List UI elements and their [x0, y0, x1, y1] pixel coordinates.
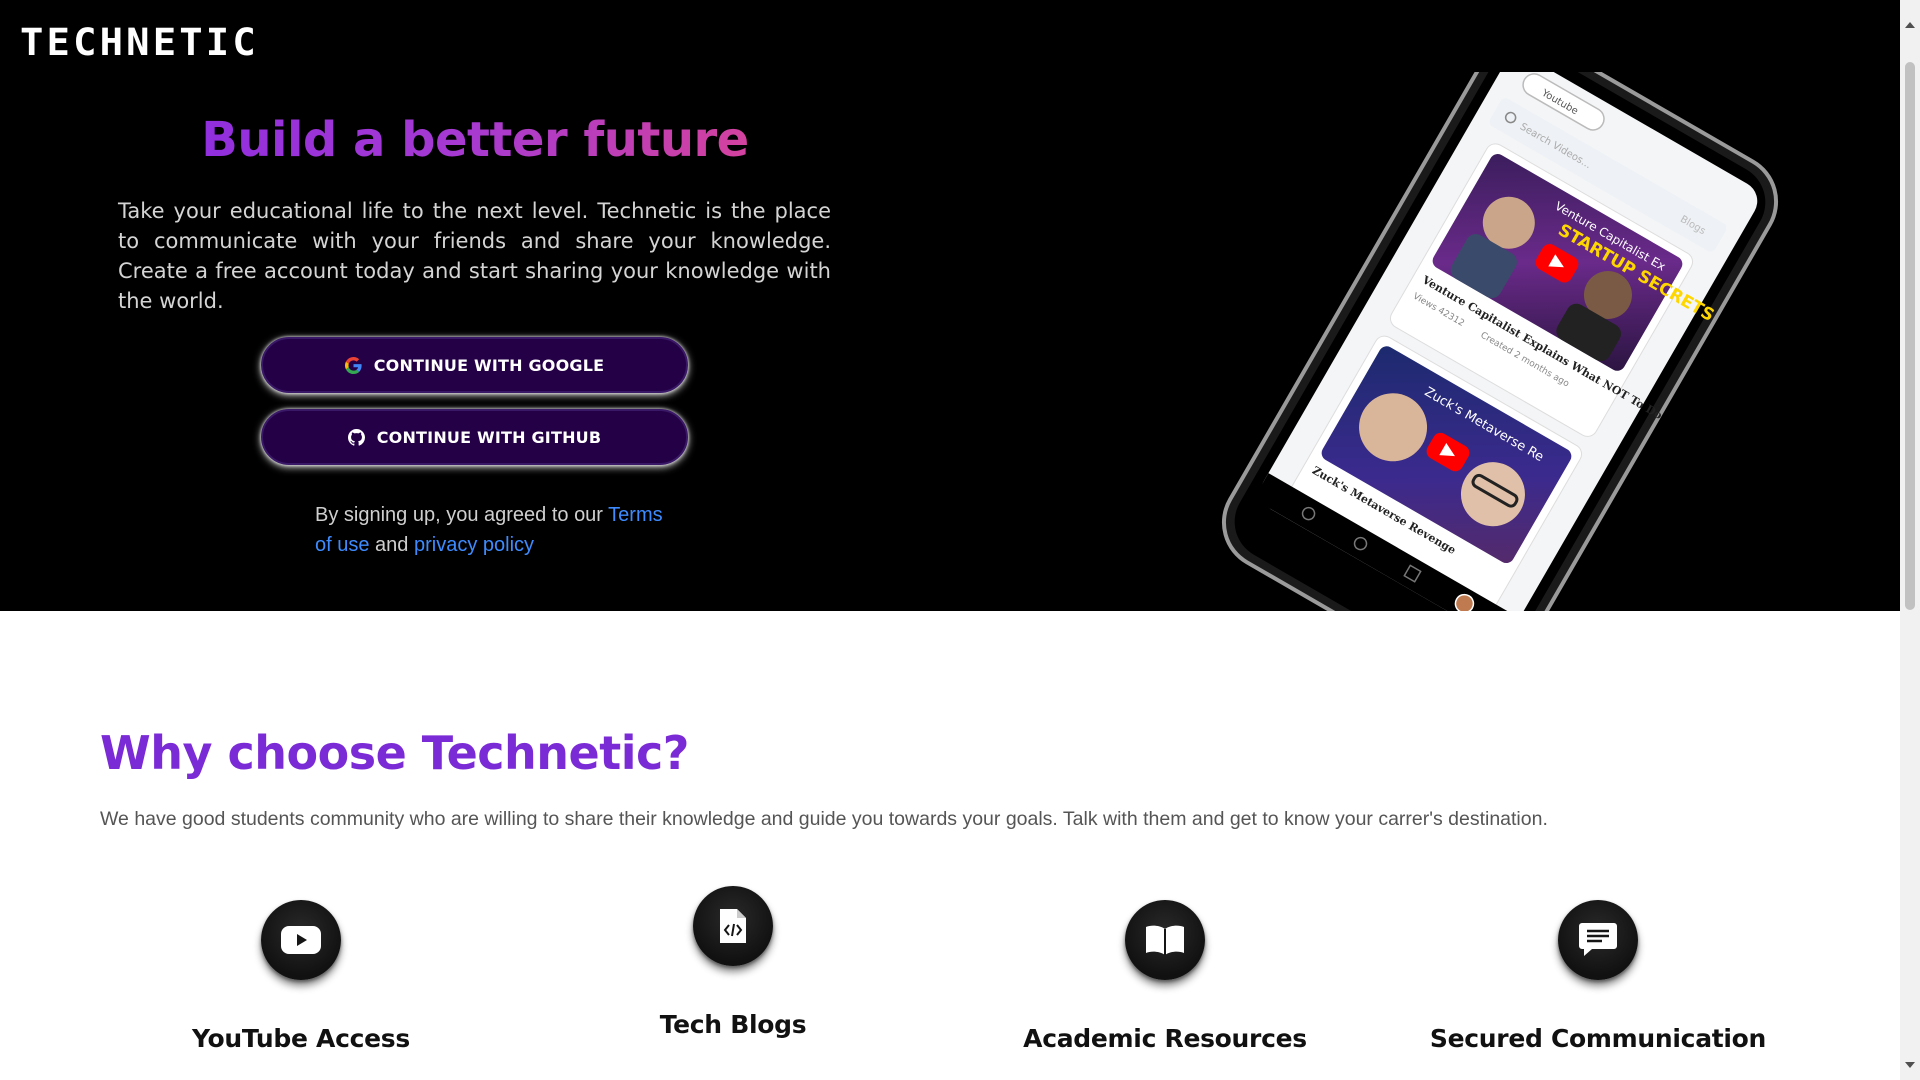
scrollbar[interactable] — [1900, 0, 1920, 1080]
github-button-label: CONTINUE WITH GITHUB — [376, 427, 602, 447]
feature-label: Tech Blogs — [659, 1010, 807, 1039]
terms-and: and — [375, 534, 409, 556]
youtube-icon — [261, 900, 341, 980]
scroll-thumb[interactable] — [1905, 62, 1915, 610]
feature-academic-resources: Academic Resources — [950, 900, 1380, 1053]
privacy-policy-link[interactable]: privacy policy — [414, 534, 534, 556]
feature-youtube-access: YouTube Access — [86, 900, 516, 1053]
why-choose-description: We have good students community who are … — [100, 808, 1548, 830]
logo[interactable]: TECHNETIC — [20, 21, 256, 64]
why-choose-title: Why choose Technetic? — [100, 726, 689, 780]
github-icon — [347, 428, 365, 446]
continue-with-google-button[interactable]: CONTINUE WITH GOOGLE — [261, 337, 688, 393]
code-file-icon — [693, 886, 773, 966]
scroll-up-arrow[interactable] — [1905, 22, 1915, 28]
hero-description: Take your educational life to the next l… — [118, 199, 831, 313]
feature-label: YouTube Access — [192, 1024, 410, 1053]
feature-tech-blogs: Tech Blogs — [518, 886, 948, 1039]
google-button-label: CONTINUE WITH GOOGLE — [373, 355, 605, 375]
phone-mockup: Youtube Search Videos... Blogs Venture C… — [1215, 34, 1785, 611]
logo-text: TECHNETIC — [20, 20, 259, 64]
google-icon — [344, 356, 362, 374]
scroll-down-arrow[interactable] — [1905, 1062, 1915, 1068]
hero-title: Build a better future — [120, 112, 830, 168]
book-icon — [1125, 900, 1205, 980]
feature-label: Academic Resources — [1023, 1024, 1307, 1053]
hero-section: TECHNETIC Build a better future Take you… — [0, 0, 1900, 611]
continue-with-github-button[interactable]: CONTINUE WITH GITHUB — [261, 409, 688, 465]
chat-icon — [1558, 900, 1638, 980]
terms-prefix: By signing up, you agreed to our — [315, 504, 603, 526]
feature-label: Secured Communication — [1429, 1024, 1767, 1053]
terms-notice: By signing up, you agreed to our Terms o… — [315, 500, 675, 560]
feature-secured-communication: Secured Communication — [1383, 900, 1813, 1053]
